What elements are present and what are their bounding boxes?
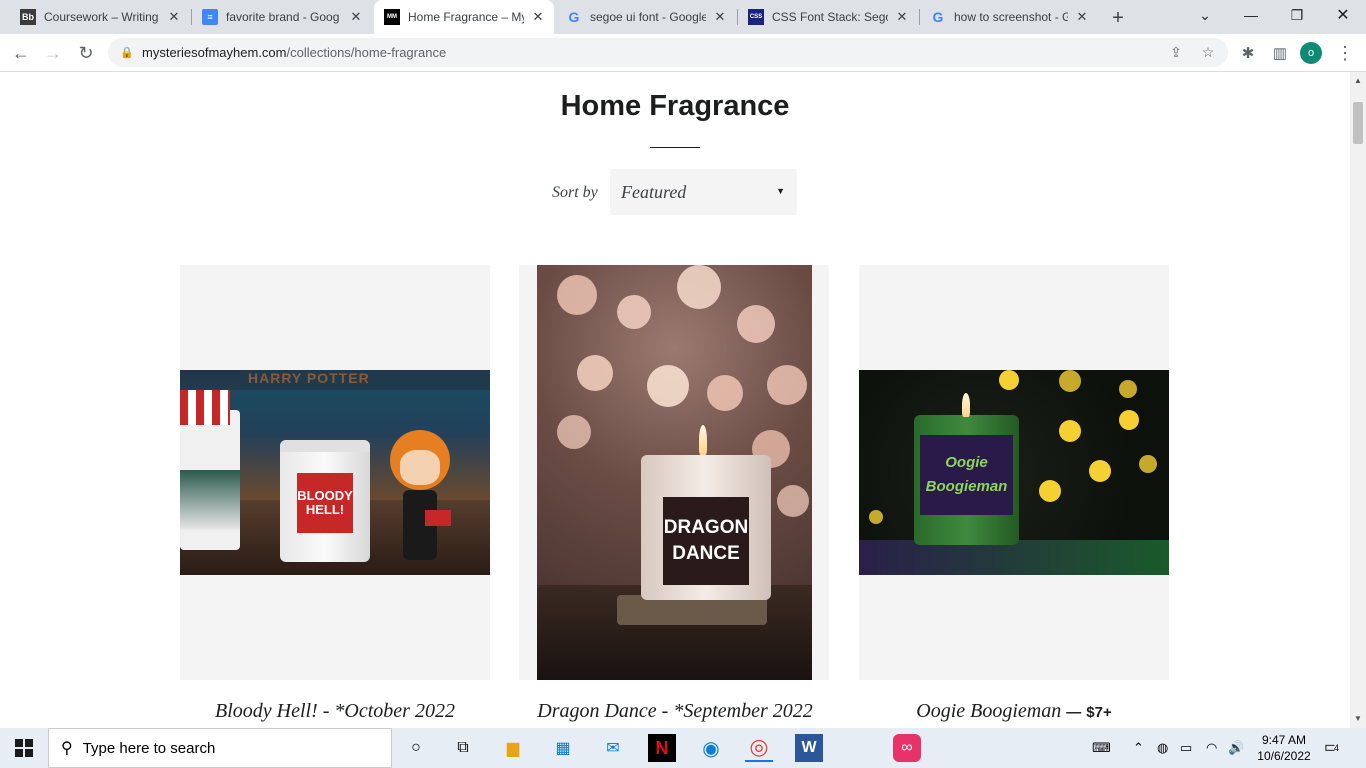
clock[interactable]: 9:47 AM 10/6/2022 (1254, 732, 1314, 764)
close-icon[interactable]: ✕ (1074, 9, 1090, 25)
start-button[interactable] (0, 728, 48, 768)
windows-taskbar: ⚲ Type here to search ○ ⧉ ▆ ▦ ✉ N ◉ ◎ W … (0, 728, 1366, 768)
close-icon[interactable]: ✕ (348, 9, 364, 25)
tab-strip: Bb Coursework – Writing ✕ ≡ favorite bra… (0, 0, 1366, 34)
meet-icon[interactable]: ◍ (1157, 740, 1168, 756)
google-icon: G (568, 9, 580, 25)
close-icon[interactable]: ✕ (894, 9, 910, 25)
notification-center-icon[interactable]: ▭ 4 (1324, 737, 1346, 759)
book-spine-text: HARRY POTTER (240, 370, 490, 390)
minimize-button[interactable]: — (1228, 0, 1274, 30)
chevron-up-icon[interactable]: ⌃ (1133, 740, 1144, 756)
lock-icon: 🔒 (120, 47, 134, 59)
netflix-icon[interactable]: N (648, 734, 676, 762)
page-content: Home Fragrance Sort by Featured ▼ HARRY … (0, 72, 1350, 728)
forward-icon[interactable]: → (38, 38, 68, 68)
reload-icon[interactable]: ↻ (71, 38, 101, 68)
candle-label: DRAGON DANCE (663, 497, 749, 585)
product-card-bloody-hell[interactable]: HARRY POTTER BLOODY HELL! (180, 265, 490, 680)
cssfontstack-icon: CSS (748, 9, 764, 25)
candle-jar: DRAGON DANCE (641, 425, 771, 600)
chrome-icon[interactable]: ◎ (745, 734, 773, 762)
title-divider (650, 147, 700, 148)
google-icon: G (932, 9, 944, 25)
tab-how-to-screenshot[interactable]: G how to screenshot - G ✕ (920, 0, 1098, 34)
scroll-up-icon[interactable]: ▲ (1354, 76, 1362, 85)
side-panel-icon[interactable]: ▥ (1265, 38, 1295, 68)
microsoft-store-icon[interactable]: ▦ (549, 734, 577, 762)
product-image[interactable]: Oogie Boogieman (859, 370, 1169, 575)
extensions-icon[interactable]: ✱ (1233, 38, 1263, 68)
browser-toolbar: ← → ↻ 🔒 mysteriesofmayhem.com/collection… (0, 34, 1366, 72)
scroll-down-icon[interactable]: ▼ (1354, 714, 1362, 723)
restore-button[interactable]: ❐ (1274, 0, 1320, 30)
tab-css-font-stack[interactable]: CSS CSS Font Stack: Segoe ✕ (738, 0, 918, 34)
funko-figure (385, 430, 455, 575)
product-price: $7+ (1086, 704, 1112, 721)
product-image[interactable]: DRAGON DANCE (537, 265, 812, 680)
candle-label: BLOODY HELL! (297, 473, 353, 533)
sort-select-value: Featured (621, 181, 687, 202)
back-icon[interactable]: ← (6, 38, 36, 68)
product-card-dragon-dance[interactable]: DRAGON DANCE (519, 265, 829, 680)
page-title: Home Fragrance (560, 90, 790, 122)
popcorn-box (180, 390, 230, 425)
product-card-oogie-boogieman[interactable]: Oogie Boogieman (859, 265, 1169, 680)
scroll-thumb[interactable] (1353, 102, 1363, 144)
tab-favorite-brand[interactable]: ≡ favorite brand - Goog ✕ (192, 0, 372, 34)
candle-jar: Oogie Boogieman (914, 393, 1019, 545)
profile-avatar[interactable]: o (1300, 42, 1322, 64)
volume-icon[interactable]: 🔊 (1228, 740, 1244, 756)
tab-search-button[interactable]: ⌄ (1182, 0, 1228, 30)
candle-jar: BLOODY HELL! (280, 440, 370, 562)
windows-logo-icon (15, 739, 33, 757)
taskbar-search-box[interactable]: ⚲ Type here to search (48, 728, 392, 768)
tab-home-fragrance[interactable]: MM Home Fragrance – My ✕ (374, 0, 554, 34)
cortana-icon[interactable]: ○ (402, 734, 430, 762)
caret-down-icon: ▼ (776, 186, 785, 196)
page-scrollbar[interactable]: ▲ ▼ (1350, 72, 1366, 728)
blackboard-icon: Bb (20, 9, 36, 25)
word-icon[interactable]: W (795, 734, 823, 762)
close-icon[interactable]: ✕ (166, 9, 182, 25)
battery-icon[interactable]: ▭ (1180, 740, 1192, 756)
new-tab-button[interactable]: + (1104, 4, 1132, 32)
creative-cloud-icon[interactable]: ∞ (893, 734, 921, 762)
mail-icon[interactable]: ✉ (599, 734, 627, 762)
sort-select[interactable]: Featured ▼ (610, 169, 797, 215)
site-logo-icon: MM (384, 9, 400, 25)
candle-flame (962, 393, 970, 417)
wifi-icon[interactable]: ◠ (1206, 740, 1217, 756)
tab-coursework[interactable]: Bb Coursework – Writing ✕ (10, 0, 190, 34)
address-bar[interactable]: 🔒 mysteriesofmayhem.com/collections/home… (108, 38, 1228, 67)
sort-label: Sort by (552, 184, 598, 201)
close-icon[interactable]: ✕ (530, 9, 546, 25)
edge-icon[interactable]: ◉ (697, 734, 725, 762)
candle-flame (699, 425, 707, 455)
search-icon: ⚲ (61, 740, 73, 757)
product-title-oogie-boogieman[interactable]: Oogie Boogieman — $7+ (814, 700, 1214, 723)
share-icon[interactable]: ⇪ (1166, 42, 1186, 62)
keyboard-icon[interactable]: ⌨ (1092, 740, 1111, 756)
close-icon[interactable]: ✕ (712, 9, 728, 25)
menu-icon[interactable]: ⋮ (1330, 38, 1360, 68)
close-window-button[interactable]: ✕ (1320, 0, 1366, 30)
file-explorer-icon[interactable]: ▆ (499, 734, 527, 762)
product-image[interactable]: HARRY POTTER BLOODY HELL! (180, 370, 490, 575)
google-docs-icon: ≡ (202, 9, 218, 25)
bookmark-star-icon[interactable]: ☆ (1198, 42, 1218, 62)
tabletop (859, 540, 1169, 575)
candle-label: Oogie Boogieman (920, 435, 1013, 515)
tab-segoe-ui-font[interactable]: G segoe ui font - Google ✕ (556, 0, 736, 34)
mug (180, 410, 240, 550)
task-view-icon[interactable]: ⧉ (449, 734, 477, 762)
